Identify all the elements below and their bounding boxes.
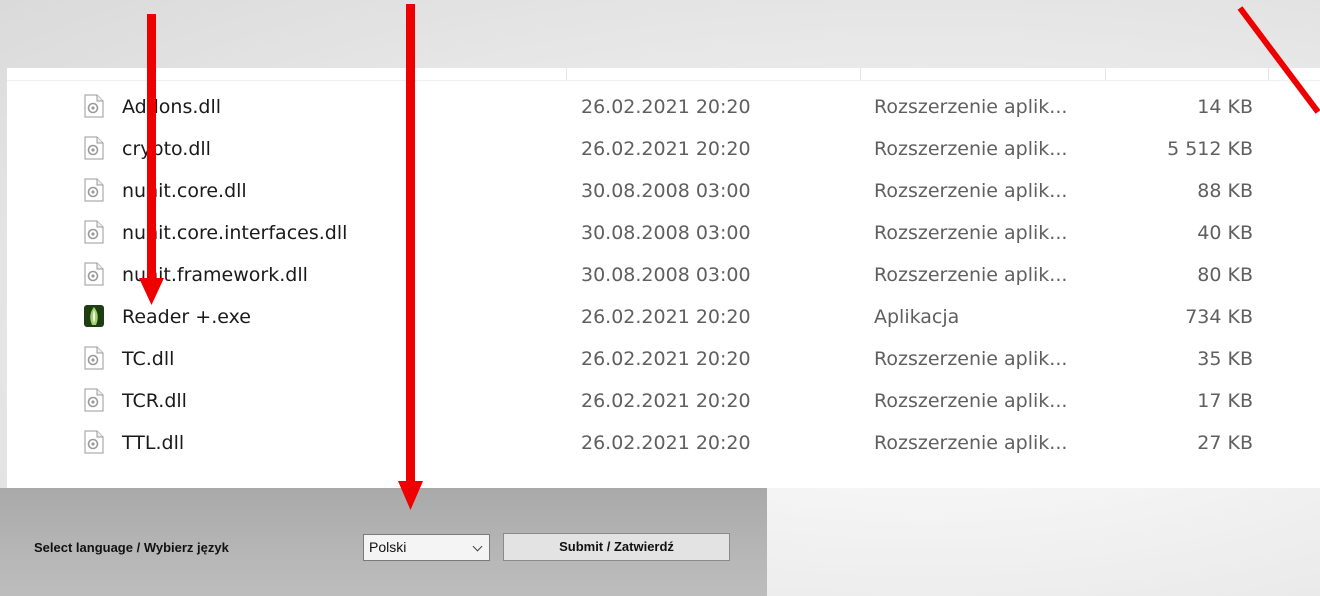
file-date-modified: 26.02.2021 20:20 (581, 390, 751, 412)
file-size: 88 KB (1197, 180, 1253, 202)
file-date-modified: 26.02.2021 20:20 (581, 96, 751, 118)
file-size: 80 KB (1197, 264, 1253, 286)
file-date-modified: 26.02.2021 20:20 (581, 348, 751, 370)
file-row-crypto-dll[interactable]: crypto.dll 26.02.2021 20:20 Rozszerzenie… (7, 128, 1320, 170)
file-type: Rozszerzenie aplik... (874, 138, 1068, 160)
dll-file-icon (84, 94, 104, 118)
column-separator[interactable] (860, 68, 861, 80)
file-size: 5 512 KB (1167, 138, 1253, 160)
file-type: Aplikacja (874, 306, 960, 328)
language-selection-panel: Select language / Wybierz język Polski S… (0, 488, 767, 596)
dll-file-icon (84, 430, 104, 454)
file-name: Reader +.exe (122, 306, 251, 328)
file-type: Rozszerzenie aplik... (874, 180, 1068, 202)
file-type: Rozszerzenie aplik... (874, 222, 1068, 244)
file-row-nunit-core-interfaces-dll[interactable]: nunit.core.interfaces.dll 30.08.2008 03:… (7, 212, 1320, 254)
file-type: Rozszerzenie aplik... (874, 96, 1068, 118)
file-list: Addons.dll 26.02.2021 20:20 Rozszerzenie… (7, 86, 1320, 464)
file-name: TTL.dll (122, 432, 185, 454)
language-label: Select language / Wybierz język (34, 540, 229, 555)
file-name: nunit.framework.dll (122, 264, 308, 286)
file-row-reader-exe[interactable]: Reader +.exe 26.02.2021 20:20 Aplikacja … (7, 296, 1320, 338)
file-name: TC.dll (122, 348, 175, 370)
file-row-addons-dll[interactable]: Addons.dll 26.02.2021 20:20 Rozszerzenie… (7, 86, 1320, 128)
file-type: Rozszerzenie aplik... (874, 390, 1068, 412)
column-separator[interactable] (566, 68, 567, 80)
file-size: 17 KB (1197, 390, 1253, 412)
column-separator[interactable] (1268, 68, 1269, 80)
file-type: Rozszerzenie aplik... (874, 432, 1068, 454)
file-date-modified: 30.08.2008 03:00 (581, 180, 751, 202)
dll-file-icon (84, 388, 104, 412)
submit-button[interactable]: Submit / Zatwierdź (503, 533, 730, 561)
column-header-bar (7, 68, 1320, 81)
file-explorer: Addons.dll 26.02.2021 20:20 Rozszerzenie… (7, 68, 1320, 488)
file-name: Addons.dll (122, 96, 222, 118)
dll-file-icon (84, 136, 104, 160)
chevron-down-icon (472, 541, 483, 552)
file-type: Rozszerzenie aplik... (874, 348, 1068, 370)
file-row-ttl-dll[interactable]: TTL.dll 26.02.2021 20:20 Rozszerzenie ap… (7, 422, 1320, 464)
language-select[interactable]: Polski (363, 534, 490, 561)
dll-file-icon (84, 220, 104, 244)
file-date-modified: 30.08.2008 03:00 (581, 222, 751, 244)
dll-file-icon (84, 178, 104, 202)
dll-file-icon (84, 262, 104, 286)
file-date-modified: 26.02.2021 20:20 (581, 138, 751, 160)
file-size: 14 KB (1197, 96, 1253, 118)
file-row-tcr-dll[interactable]: TCR.dll 26.02.2021 20:20 Rozszerzenie ap… (7, 380, 1320, 422)
column-separator[interactable] (1105, 68, 1106, 80)
file-size: 734 KB (1185, 306, 1253, 328)
file-name: nunit.core.dll (122, 180, 247, 202)
file-size: 27 KB (1197, 432, 1253, 454)
dll-file-icon (84, 346, 104, 370)
file-name: nunit.core.interfaces.dll (122, 222, 348, 244)
file-date-modified: 30.08.2008 03:00 (581, 264, 751, 286)
file-size: 35 KB (1197, 348, 1253, 370)
file-date-modified: 26.02.2021 20:20 (581, 432, 751, 454)
file-name: crypto.dll (122, 138, 211, 160)
file-name: TCR.dll (122, 390, 187, 412)
file-size: 40 KB (1197, 222, 1253, 244)
file-row-tc-dll[interactable]: TC.dll 26.02.2021 20:20 Rozszerzenie apl… (7, 338, 1320, 380)
file-row-nunit-core-dll[interactable]: nunit.core.dll 30.08.2008 03:00 Rozszerz… (7, 170, 1320, 212)
file-date-modified: 26.02.2021 20:20 (581, 306, 751, 328)
file-type: Rozszerzenie aplik... (874, 264, 1068, 286)
file-row-nunit-framework-dll[interactable]: nunit.framework.dll 30.08.2008 03:00 Roz… (7, 254, 1320, 296)
language-select-value: Polski (369, 539, 407, 555)
exe-app-icon (84, 305, 104, 327)
